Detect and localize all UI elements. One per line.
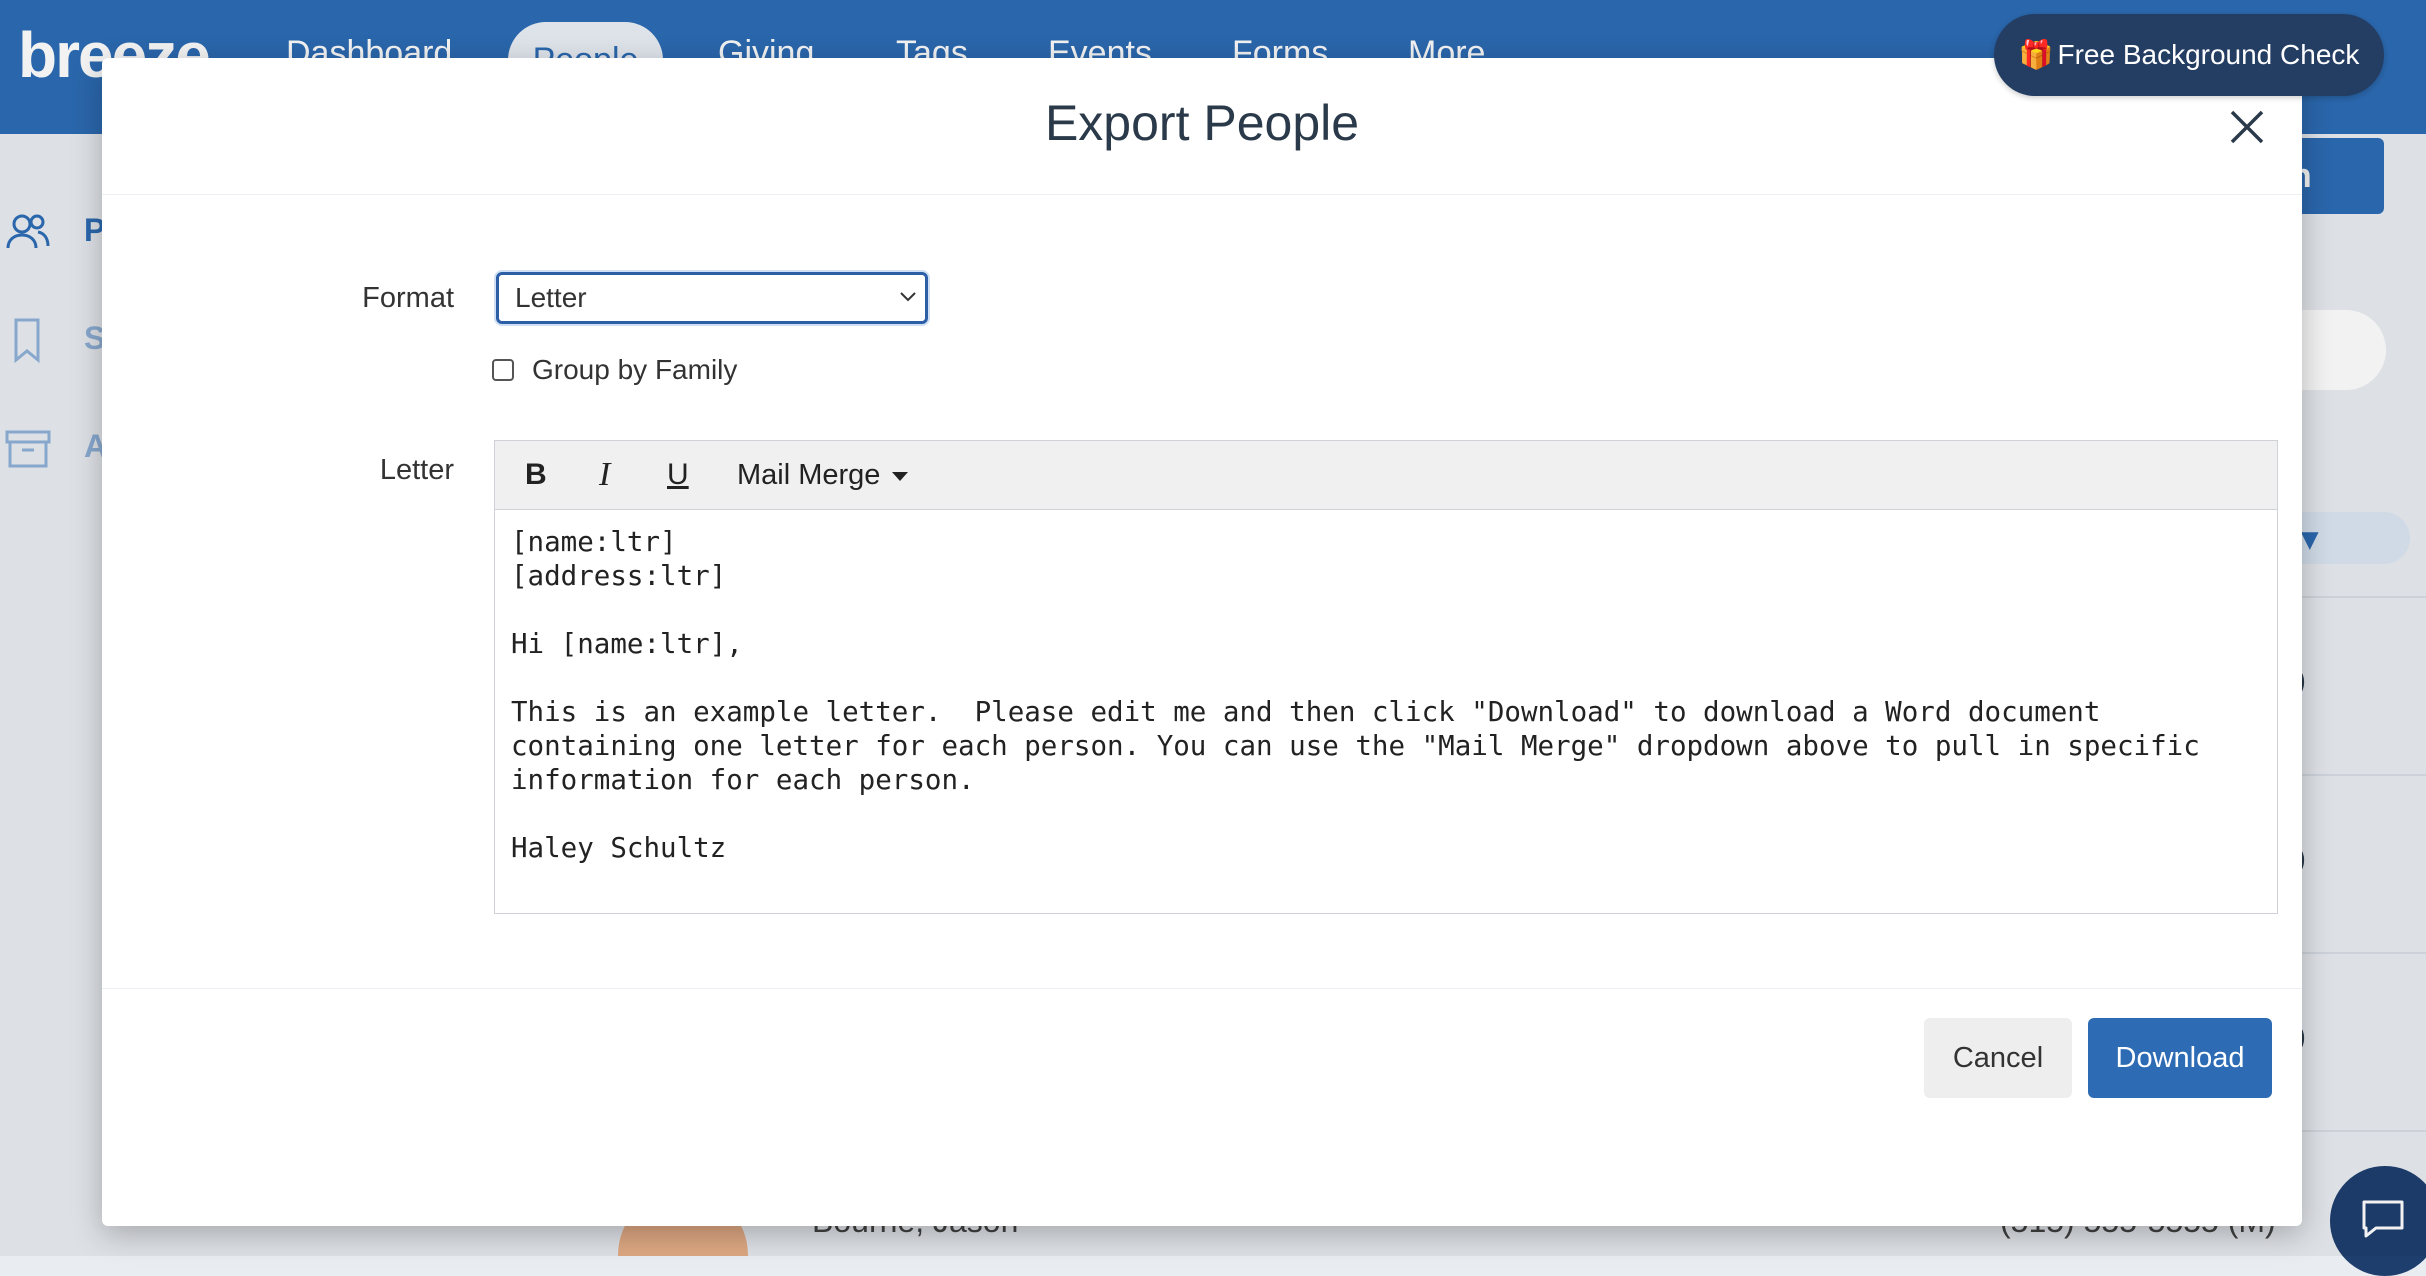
caret-down-icon [892,471,909,481]
italic-icon: I [599,456,611,493]
group-by-family-label[interactable]: Group by Family [532,354,737,386]
format-value: Letter [515,282,587,313]
close-icon[interactable] [2222,102,2272,152]
free-background-check-button[interactable]: 🎁 Free Background Check [1994,14,2384,96]
letter-label: Letter [379,454,454,486]
letter-body-textarea[interactable]: [name:ltr] [address:ltr] Hi [name:ltr], … [511,525,2261,865]
format-select[interactable]: Letter [496,272,928,324]
underline-button[interactable]: U [657,455,697,495]
gift-icon: 🎁 [2018,39,2054,70]
mail-merge-dropdown[interactable]: Mail Merge [737,455,909,495]
modal-title: Export People [1044,95,1360,151]
editor-toolbar: B I U Mail Merge [495,441,2277,510]
cancel-button[interactable]: Cancel [1924,1018,2072,1098]
bold-button[interactable]: B [517,455,557,495]
italic-button[interactable]: I [587,455,627,495]
bold-icon: B [525,458,547,491]
modal-header: Export People [102,58,2302,195]
chevron-down-icon [900,292,916,302]
format-label: Format [362,282,454,314]
mail-merge-label: Mail Merge [737,459,881,491]
export-people-modal: Export People Format Letter Group by Fam… [102,58,2302,1226]
download-button[interactable]: Download [2088,1018,2272,1098]
group-by-family-checkbox[interactable] [492,359,514,381]
promo-label: Free Background Check [2057,39,2360,70]
underline-icon: U [667,458,689,491]
modal-footer-divider [102,988,2302,989]
letter-editor: B I U Mail Merge [name:ltr] [address:ltr… [494,440,2278,914]
